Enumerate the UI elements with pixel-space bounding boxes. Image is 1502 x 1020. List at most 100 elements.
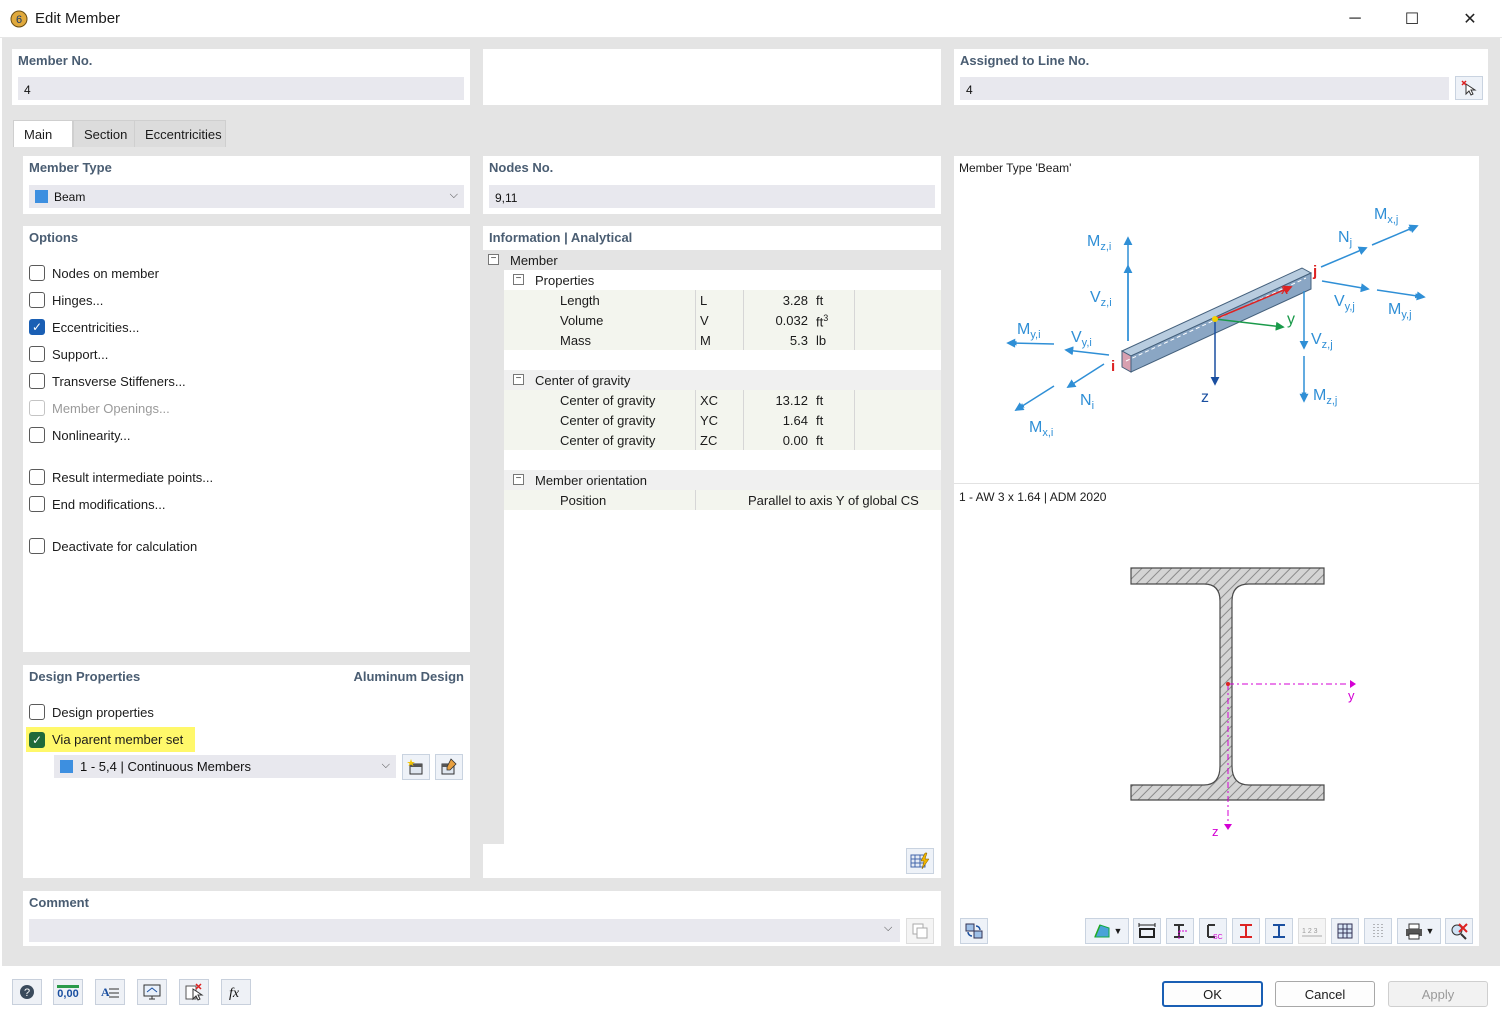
numbering-icon: 1 2 3 bbox=[1302, 928, 1322, 937]
checkbox[interactable] bbox=[29, 292, 45, 308]
section-centerline-button[interactable] bbox=[1265, 918, 1293, 944]
checkbox[interactable] bbox=[29, 346, 45, 362]
formula-button[interactable]: fx bbox=[221, 979, 251, 1005]
units-button[interactable]: 0,00 bbox=[53, 979, 83, 1005]
collapse-icon[interactable]: − bbox=[488, 254, 499, 265]
option-result-intermediate-points[interactable]: Result intermediate points... bbox=[29, 467, 213, 487]
delete-selection-button[interactable] bbox=[179, 979, 209, 1005]
option-transverse-stiffeners[interactable]: Transverse Stiffeners... bbox=[29, 371, 186, 391]
checkbox[interactable] bbox=[29, 373, 45, 389]
close-button[interactable]: ✕ bbox=[1441, 0, 1499, 38]
group-label: Member orientation bbox=[535, 473, 647, 488]
new-member-set-button[interactable] bbox=[402, 754, 430, 780]
member-no-panel: Member No. 4 bbox=[12, 49, 470, 105]
option-deactivate[interactable]: Deactivate for calculation bbox=[29, 536, 197, 556]
dotted-grid-button[interactable] bbox=[1364, 918, 1392, 944]
section-outline-button[interactable] bbox=[1232, 918, 1260, 944]
option-via-parent-member-set[interactable]: ✓ Via parent member set bbox=[26, 727, 196, 752]
option-nodes-on-member[interactable]: Nodes on member bbox=[29, 263, 159, 283]
collapse-icon[interactable]: − bbox=[513, 474, 524, 485]
row-name: Center of gravity bbox=[560, 393, 656, 408]
text-settings-button[interactable]: A bbox=[95, 979, 125, 1005]
tab-section[interactable]: Section bbox=[73, 120, 135, 147]
option-design-properties[interactable]: Design properties bbox=[29, 702, 154, 722]
checkbox[interactable] bbox=[29, 704, 45, 720]
tree-root-row[interactable]: − Member bbox=[483, 250, 941, 270]
tab-eccentricities[interactable]: Eccentricities bbox=[134, 120, 226, 147]
minimize-button[interactable]: ─ bbox=[1326, 0, 1384, 38]
ok-button[interactable]: OK bbox=[1162, 981, 1263, 1007]
member-type-preview-title: Member Type 'Beam' bbox=[959, 161, 1072, 175]
checkbox[interactable] bbox=[29, 427, 45, 443]
section-axes-button[interactable] bbox=[1166, 918, 1194, 944]
table-row: Length L 3.28 ft bbox=[504, 290, 941, 310]
checkbox[interactable] bbox=[29, 469, 45, 485]
row-name: Mass bbox=[560, 333, 592, 348]
tree-group-member-orientation[interactable]: − Member orientation bbox=[504, 470, 941, 490]
printer-icon bbox=[1405, 923, 1422, 940]
checkbox[interactable] bbox=[29, 496, 45, 512]
mxj-label: Mx,j bbox=[1374, 206, 1398, 226]
monitor-icon bbox=[143, 984, 161, 1000]
collapse-icon[interactable]: − bbox=[513, 374, 524, 385]
option-hinges[interactable]: Hinges... bbox=[29, 290, 103, 310]
assigned-line-input[interactable]: 4 bbox=[960, 77, 1449, 100]
pick-line-button[interactable] bbox=[1455, 76, 1483, 100]
member-type-select[interactable]: Beam ⌵ bbox=[29, 185, 464, 208]
row-value: 1.64 bbox=[782, 413, 808, 428]
section-z-label: z bbox=[1212, 824, 1219, 839]
maximize-button[interactable]: ☐ bbox=[1383, 0, 1441, 38]
reset-view-button[interactable] bbox=[1445, 918, 1473, 944]
table-row: Center of gravity XC 13.12 ft bbox=[504, 390, 941, 410]
member-no-input[interactable]: 4 bbox=[18, 77, 464, 100]
option-support[interactable]: Support... bbox=[29, 344, 108, 364]
design-addon-label: Aluminum Design bbox=[353, 669, 464, 684]
nodes-input[interactable]: 9,11 bbox=[489, 185, 935, 208]
view-mode-dropdown[interactable]: ▼ bbox=[1085, 918, 1129, 944]
help-button[interactable]: ? bbox=[12, 979, 42, 1005]
table-row: Center of gravity ZC 0.00 ft bbox=[504, 430, 941, 450]
ni-label: Ni bbox=[1080, 392, 1094, 412]
option-nonlinearity[interactable]: Nonlinearity... bbox=[29, 425, 131, 445]
nodes-panel: Nodes No. 9,11 bbox=[483, 156, 941, 214]
collapse-icon[interactable]: − bbox=[513, 274, 524, 285]
option-label: Eccentricities... bbox=[52, 319, 140, 335]
options-label: Options bbox=[29, 230, 79, 245]
preview-sync-button[interactable] bbox=[960, 918, 988, 944]
mzj-label: Mz,j bbox=[1313, 387, 1337, 407]
option-end-modifications[interactable]: End modifications... bbox=[29, 494, 165, 514]
tree-gutter bbox=[483, 250, 504, 844]
checkbox[interactable] bbox=[29, 538, 45, 554]
chevron-down-icon: ▼ bbox=[1425, 926, 1435, 936]
grid-button[interactable] bbox=[1331, 918, 1359, 944]
chevron-down-icon[interactable]: ⌵ bbox=[884, 922, 892, 935]
comment-library-button[interactable] bbox=[906, 918, 934, 944]
checkbox-checked[interactable]: ✓ bbox=[29, 731, 45, 748]
info-table-export-button[interactable] bbox=[906, 848, 934, 874]
dimension-button[interactable] bbox=[1133, 918, 1161, 944]
group-label: Center of gravity bbox=[535, 373, 631, 388]
print-dropdown[interactable]: ▼ bbox=[1397, 918, 1441, 944]
checkbox[interactable] bbox=[29, 265, 45, 281]
unit-exponent: 3 bbox=[823, 313, 829, 323]
view-mode-icon bbox=[1093, 924, 1110, 938]
option-label: Hinges... bbox=[52, 292, 104, 308]
tree-group-properties[interactable]: − Properties bbox=[504, 270, 941, 290]
option-eccentricities[interactable]: ✓ Eccentricities... bbox=[29, 317, 139, 337]
copy-icon bbox=[912, 923, 928, 939]
tree-group-center-of-gravity[interactable]: − Center of gravity bbox=[504, 370, 941, 390]
column-divider bbox=[854, 390, 855, 450]
checkbox-checked[interactable]: ✓ bbox=[29, 319, 45, 335]
comment-input[interactable] bbox=[29, 919, 900, 942]
cancel-button[interactable]: Cancel bbox=[1275, 981, 1375, 1007]
tab-main[interactable]: Main bbox=[13, 120, 73, 147]
numbering-button[interactable]: 1 2 3 bbox=[1298, 918, 1326, 944]
row-symbol: L bbox=[700, 293, 708, 308]
member-set-select[interactable]: 1 - 5,4 | Continuous Members ⌵ bbox=[54, 755, 396, 778]
member-no-label: Member No. bbox=[18, 53, 93, 68]
fx-icon: fx bbox=[229, 986, 240, 1001]
table-row: Position Parallel to axis Y of global CS bbox=[504, 490, 941, 510]
shear-center-button[interactable]: SC bbox=[1199, 918, 1227, 944]
edit-member-set-button[interactable] bbox=[435, 754, 463, 780]
display-settings-button[interactable] bbox=[137, 979, 167, 1005]
